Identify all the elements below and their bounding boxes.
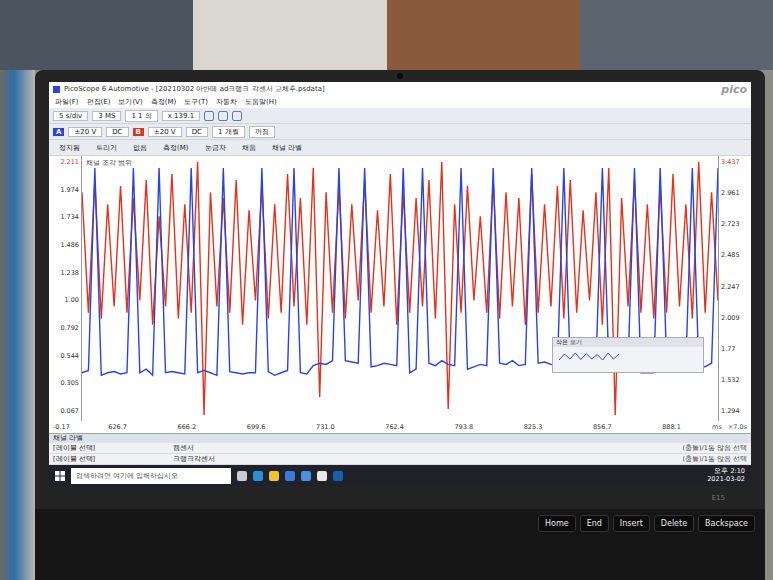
key[interactable]: Home [538,515,576,532]
key[interactable]: Delete [654,515,694,532]
picoscope-icon[interactable] [333,471,343,481]
toolbar-button[interactable]: 측정(M) [157,142,195,154]
toolbar-field[interactable]: 1 1 의 [125,110,157,122]
toolbar-field[interactable]: 1 개월 [212,126,245,138]
store-icon[interactable] [285,471,295,481]
pointer-icon[interactable] [204,111,214,121]
menu-item[interactable]: 자동차 [216,97,237,107]
brand-label: E15 [712,494,725,502]
screen: PicoScope 6 Automotive - [20210302 아반떼 a… [49,82,751,487]
toolbar-button[interactable]: 트리거 [90,142,123,154]
toolbar-timebase: 5 s/div 3 MS 1 1 의 x 139.1 [49,108,751,124]
y-axis-left: 2.211 1.9741.7341.4861.2381.000.7920.544… [49,156,81,421]
windows-start-icon[interactable] [55,471,65,481]
label-row[interactable]: [레이블 선택] 크랭크각센서 (충돌)/1통 않음 선택 [49,454,751,465]
label-row[interactable]: [레이블 선택] 캠센서 (충돌)/1통 않음 선택 [49,443,751,454]
clock[interactable]: 오후 2:10 2021-03-02 [707,468,745,484]
overview-trace [559,353,619,360]
toolbar-field[interactable]: 꺼짐 [249,126,275,138]
photo: PicoScope 6 Automotive - [20210302 아반떼 a… [0,0,773,580]
channel-label-panel: 채널 라벨 [레이블 선택] 캠센서 (충돌)/1통 않음 선택[레이블 선택]… [49,433,751,465]
coupling-field[interactable]: DC [186,127,208,137]
toolbar-trigger: 정지됨 트리거 없음 측정(M) 눈금자 채움 채널 라벨 [49,140,751,156]
x-axis: -0.17 626.7666.2699.6731.0762.4793.8825.… [49,421,751,433]
plot-area: 채널 조각 범위 작은 보기 [81,156,719,421]
overview-window[interactable]: 작은 보기 [552,337,704,373]
laptop: PicoScope 6 Automotive - [20210302 아반떼 a… [35,70,765,580]
menu-item[interactable]: 도구(T) [184,97,208,107]
menu-item[interactable]: 보기(V) [118,97,142,107]
toolbar-field[interactable]: 5 s/div [53,111,88,121]
chart-label: 채널 조각 범위 [86,159,132,168]
menu-item[interactable]: 도움말(H) [245,97,277,107]
cable-strip [0,70,35,580]
toolbar-field[interactable]: x 139.1 [162,111,200,121]
menu-bar: 파일(F) 편집(E) 보기(V) 측정(M) 도구(T) 자동차 도움말(H) [49,96,751,108]
app-icon [53,86,60,93]
task-view-icon[interactable] [237,471,247,481]
toolbar-button[interactable]: 정지됨 [53,142,86,154]
range-field[interactable]: ±20 V [148,127,182,137]
edge-icon[interactable] [253,471,263,481]
key[interactable]: End [580,515,609,532]
shop-backdrop [0,0,773,70]
range-field[interactable]: ±20 V [68,127,102,137]
scope-chart: 2.211 1.9741.7341.4861.2381.000.7920.544… [49,156,751,421]
explorer-icon[interactable] [269,471,279,481]
pico-logo: pico [721,83,747,96]
webcam-icon [397,73,403,79]
toolbar-channels: A ±20 V DC B ±20 V DC 1 개월 꺼짐 [49,124,751,140]
zoom-icon[interactable] [218,111,228,121]
toolbar-button[interactable]: 눈금자 [199,142,232,154]
toolbar-field[interactable]: 3 MS [92,111,121,121]
mail-icon[interactable] [301,471,311,481]
menu-item[interactable]: 편집(E) [87,97,111,107]
toolbar-button[interactable]: 채널 라벨 [266,142,308,154]
taskbar: 검색하려면 여기에 입력하십시오 오후 2:10 2021-03-02 [49,465,751,487]
coupling-field[interactable]: DC [106,127,128,137]
menu-item[interactable]: 파일(F) [55,97,79,107]
channel-badge[interactable]: A [53,128,64,136]
toolbar-button[interactable]: 채움 [236,142,262,154]
series-line [82,162,718,415]
y-axis-right: 3.437 2.9612.7232.4852.2472.0091.771.532… [719,156,751,421]
taskbar-search[interactable]: 검색하려면 여기에 입력하십시오 [71,468,231,484]
key[interactable]: Insert [613,515,650,532]
series-line [82,168,718,375]
menu-item[interactable]: 측정(M) [151,97,177,107]
chat-icon[interactable] [317,471,327,481]
zoom-out-icon[interactable] [232,111,242,121]
channel-badge[interactable]: B [133,128,144,136]
toolbar-button[interactable]: 없음 [127,142,153,154]
title-bar: PicoScope 6 Automotive - [20210302 아반떼 a… [49,82,751,96]
key[interactable]: Backspace [698,515,755,532]
keyboard: HomeEndInsertDeleteBackspace [35,509,765,580]
